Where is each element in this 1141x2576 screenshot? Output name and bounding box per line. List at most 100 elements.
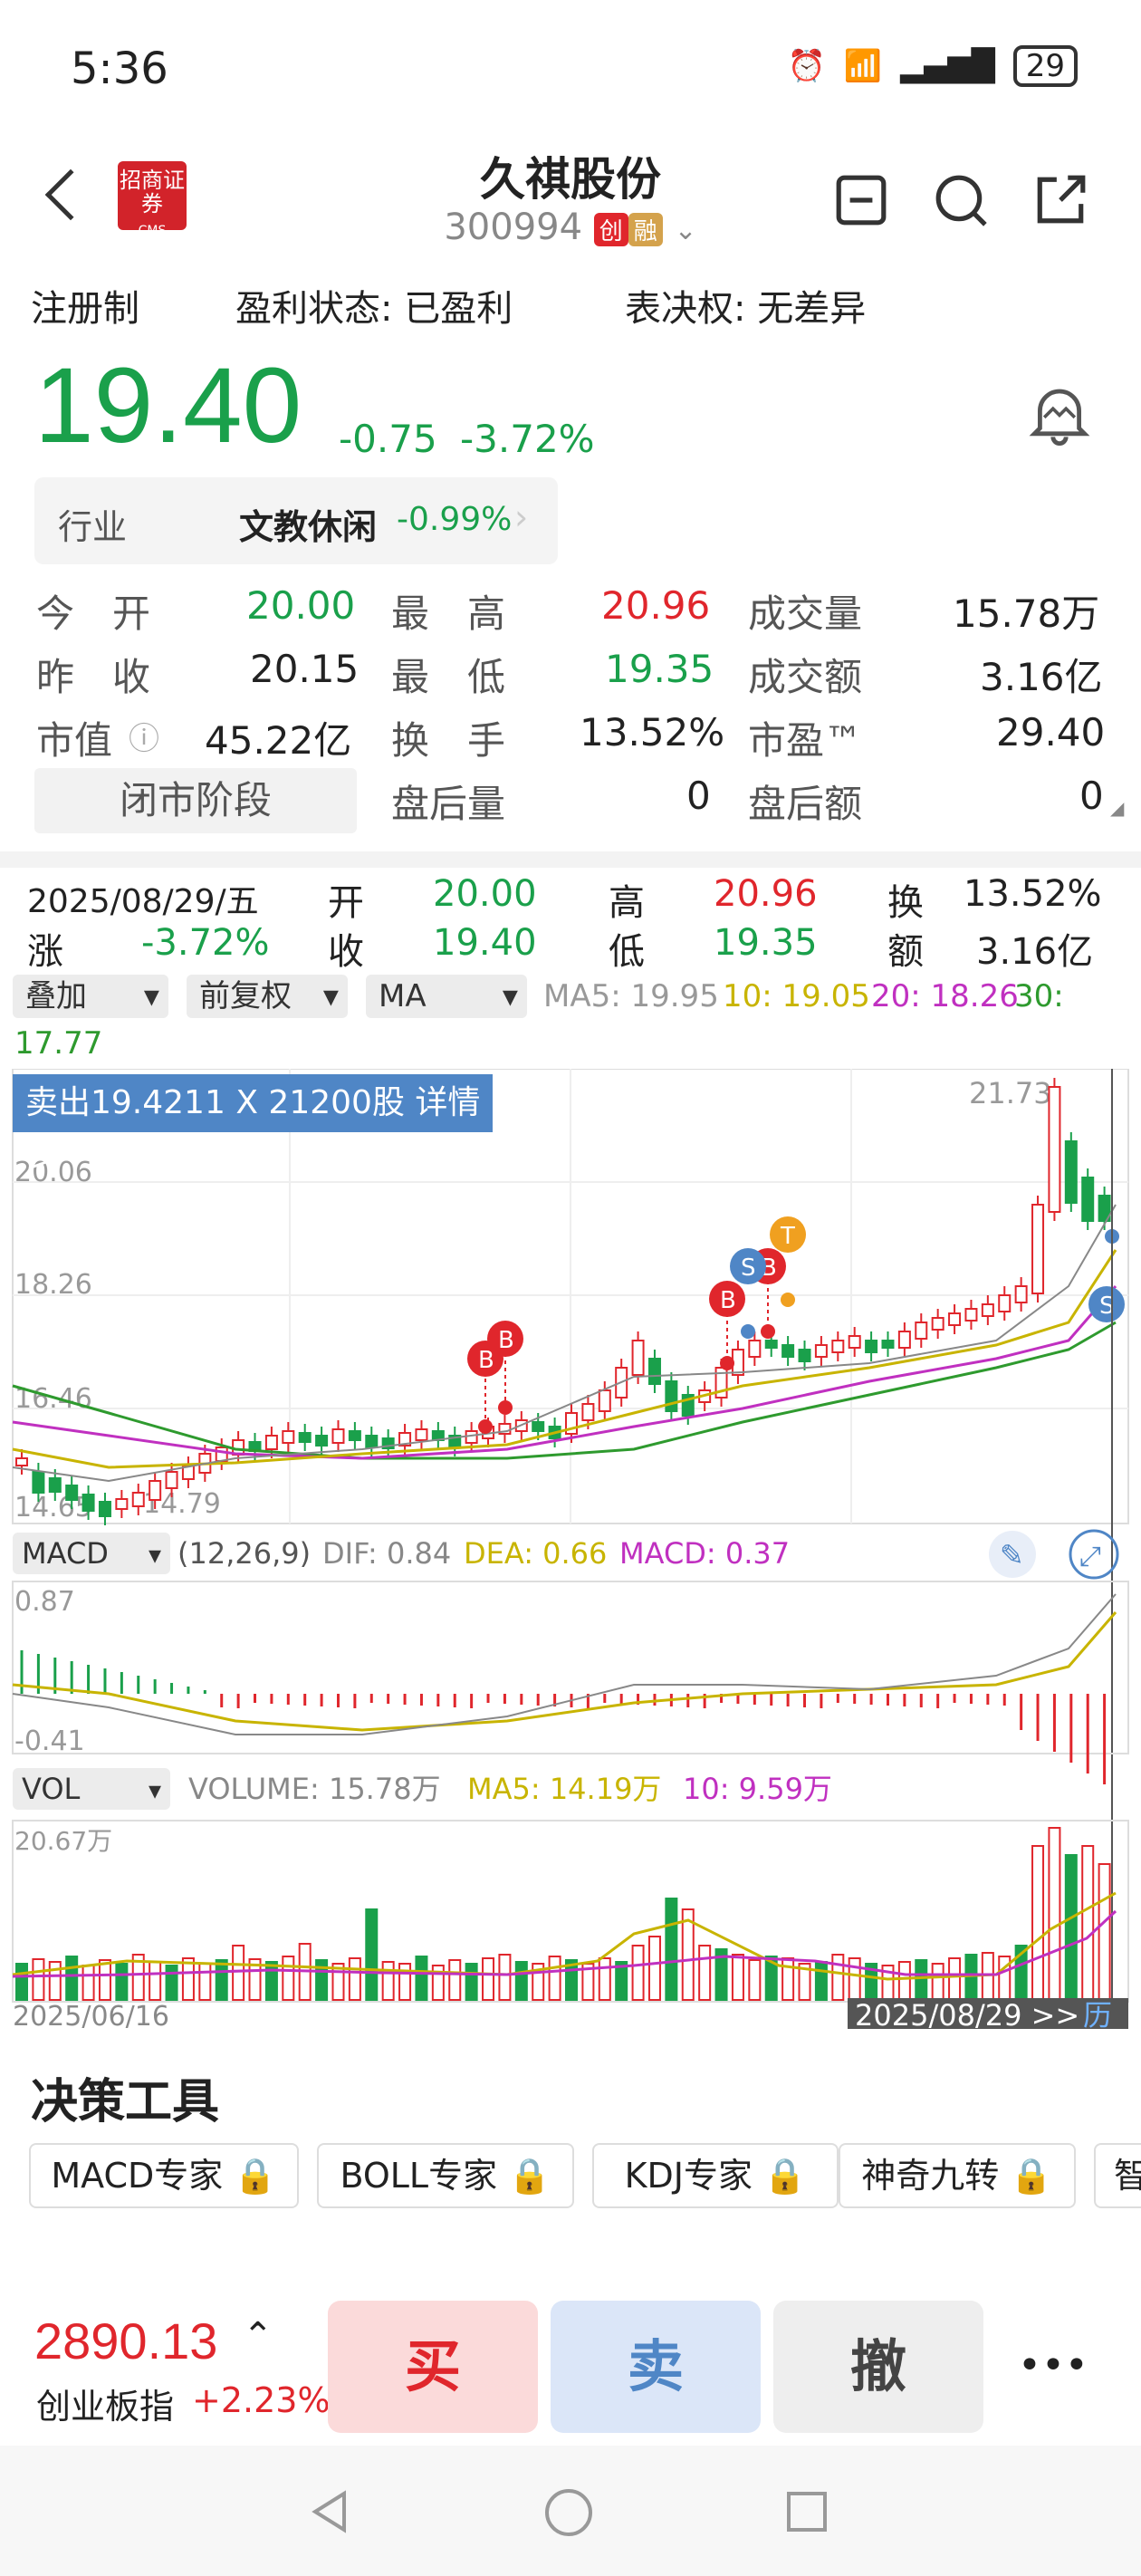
overlay-select[interactable]: 叠加 ▾ [13,975,168,1018]
cancel-order-button[interactable]: 撤 [773,2301,983,2433]
share-icon[interactable] [1032,172,1088,228]
index-value[interactable]: 2890.13 [34,2312,217,2370]
volume-bar [264,1961,278,2001]
registration-tag: 注册制 [31,288,139,330]
sell-markers[interactable]: S S T [730,1216,1125,1339]
expand-corner-icon[interactable]: ◢ [1110,797,1124,819]
prev-close-value: 20.15 [250,647,360,691]
sell-button[interactable]: 卖 [551,2301,761,2433]
macd-value: MACD: 0.37 [619,1536,790,1571]
volume-bar [1081,1845,1095,2001]
macd-dea: DEA: 0.66 [464,1536,607,1571]
volume-bar [381,1961,395,2001]
candle [798,1349,811,1362]
volume-bar [1031,1845,1045,2001]
candle [981,1303,994,1317]
macd-histogram [20,1650,1107,1784]
summary-amt: 3.16亿 [976,931,1094,973]
candle [282,1430,295,1444]
volume-bar [731,1954,744,2001]
volume-bar [548,1956,561,2001]
signal-icon: ▂▄▆█ [900,48,995,84]
candle [264,1435,278,1450]
volume-bar [498,1954,512,2001]
vol-volume: VOLUME: 15.78万 [188,1772,441,1806]
candle [1014,1285,1028,1303]
decision-title: 决策工具 [31,2075,220,2129]
candlestick-series [15,1078,1111,1525]
nav-recents-icon[interactable] [784,2489,829,2534]
kline-chart[interactable]: 21.73 20.06 18.26 16.46 14.65 14.79 B B … [0,1069,1141,2029]
tool-more[interactable]: 智 [1094,2143,1141,2208]
candle [215,1447,228,1462]
status-icons: ⏰ 📶 ▂▄▆█ 29 [787,45,1078,87]
mktcap-label: 市值 [36,718,113,763]
more-menu-button[interactable]: ••• [1018,2342,1088,2389]
tool-kdj-expert[interactable]: KDJ专家 🔒 [592,2143,839,2208]
nav-back-icon[interactable] [308,2489,353,2534]
lock-icon: 🔒 [508,2156,551,2196]
volume-bar [15,1963,28,2001]
summary-close: 19.40 [433,922,537,964]
volume-bar [647,1936,661,2001]
stock-code: 300994 [444,207,583,248]
trade-detail-banner[interactable]: 卖出19.4211 X 21200股 详情> [13,1074,493,1179]
alarm-icon: ⏰ [787,48,826,84]
high-label: 最 高 [391,591,506,636]
candle [764,1340,778,1349]
nav-home-icon[interactable] [543,2487,594,2538]
vol-ma10: 10: 9.59万 [683,1772,832,1806]
price-alert-bell-icon[interactable] [1027,380,1092,446]
candle [897,1331,911,1349]
volume-bar [215,1959,228,2001]
wifi-icon: 📶 [843,48,883,84]
volume-bar [315,1959,329,2001]
tool-boll-expert[interactable]: BOLL专家 🔒 [317,2143,574,2208]
adjust-select[interactable]: 前复权 ▾ [187,975,348,1018]
buy-button[interactable]: 买 [328,2301,538,2433]
svg-text:B: B [478,1347,494,1374]
volume-bar [814,1961,828,2001]
bottom-action-bar: 2890.13 ⌃ 创业板指 +2.23% 买 卖 撤 ••• [0,2264,1141,2446]
chevron-up-icon[interactable]: ⌃ [243,2315,273,2357]
volume-bar [1064,1854,1078,2001]
candle [149,1480,162,1501]
price-change-pct: -3.72% [460,417,595,461]
candle [98,1501,111,1517]
candle [964,1308,978,1322]
candle [865,1340,878,1353]
volume-bar [232,1945,245,2001]
system-nav-bar [0,2446,1141,2576]
chevron-down-icon: ⌄ [674,215,697,246]
info-icon[interactable]: ⓘ [129,714,159,758]
candle [848,1335,861,1349]
index-name: 创业板指 [36,2387,175,2427]
candle [1048,1086,1061,1213]
candle [415,1428,428,1441]
search-icon[interactable] [933,172,989,228]
volume-bar [897,1961,911,2001]
volume-bar [1098,1863,1111,2001]
candle [331,1428,345,1444]
candle [915,1322,928,1340]
candle [831,1340,845,1353]
profit-status: 盈利状态: 已盈利 [235,288,513,330]
volume-bar [365,1908,379,2001]
volume-bar [165,1965,178,2001]
svg-text:T: T [780,1223,795,1250]
candle [532,1421,545,1432]
minimize-window-icon[interactable] [833,172,889,228]
lock-icon: 🔒 [1010,2156,1053,2196]
ma-select[interactable]: MA ▾ [366,975,527,1018]
dea-line [12,1611,1117,1732]
indicator-toolbar: 叠加 ▾ 前复权 ▾ MA ▾ MA5: 19.95 10: 19.05 20: 18… [0,969,1141,1069]
tool-macd-expert[interactable]: MACD专家 🔒 [29,2143,299,2208]
volume-bar [98,1959,111,2001]
tool-magic-nine[interactable]: 神奇九转 🔒 [839,2143,1076,2208]
dropdown-arrow-icon: ▾ [502,978,518,1014]
vol-end-date: 2025/08/29 >> [855,1998,1079,2029]
pe-value: 29.40 [996,710,1106,755]
industry-chip[interactable]: 行业 文教休闲 -0.99% › [34,477,558,564]
open-value: 20.00 [246,583,356,628]
candle [15,1457,28,1466]
